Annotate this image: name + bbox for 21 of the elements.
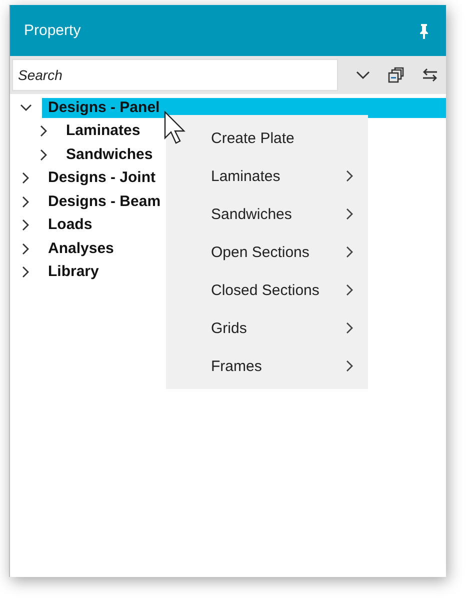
swap-arrows-icon[interactable] <box>422 68 438 82</box>
tree-item[interactable]: Loads <box>42 215 98 236</box>
menu-item[interactable]: Sandwiches <box>166 195 368 233</box>
tree-item[interactable]: Designs - Panel <box>42 98 446 118</box>
tree-item[interactable]: Laminates <box>60 121 146 142</box>
tree-item[interactable]: Designs - Beam <box>42 192 167 212</box>
mouse-pointer-icon <box>164 111 186 145</box>
stacked-windows-icon[interactable] <box>388 67 404 83</box>
search-field[interactable]: Search <box>12 59 338 91</box>
panel-title: Property <box>24 22 81 39</box>
tree-item[interactable]: Sandwiches <box>60 144 159 165</box>
tree-item[interactable]: Analyses <box>42 238 120 259</box>
menu-item[interactable]: Frames <box>166 347 368 385</box>
tree-item[interactable]: Designs - Joint <box>42 168 162 188</box>
chevron-down-icon[interactable] <box>356 70 370 80</box>
tree-item[interactable]: Library <box>42 262 105 282</box>
pin-icon[interactable] <box>418 22 430 38</box>
menu-item[interactable]: Open Sections <box>166 233 368 271</box>
menu-item[interactable]: Grids <box>166 309 368 347</box>
menu-item[interactable]: Laminates <box>166 157 368 195</box>
menu-item[interactable]: Closed Sections <box>166 271 368 309</box>
